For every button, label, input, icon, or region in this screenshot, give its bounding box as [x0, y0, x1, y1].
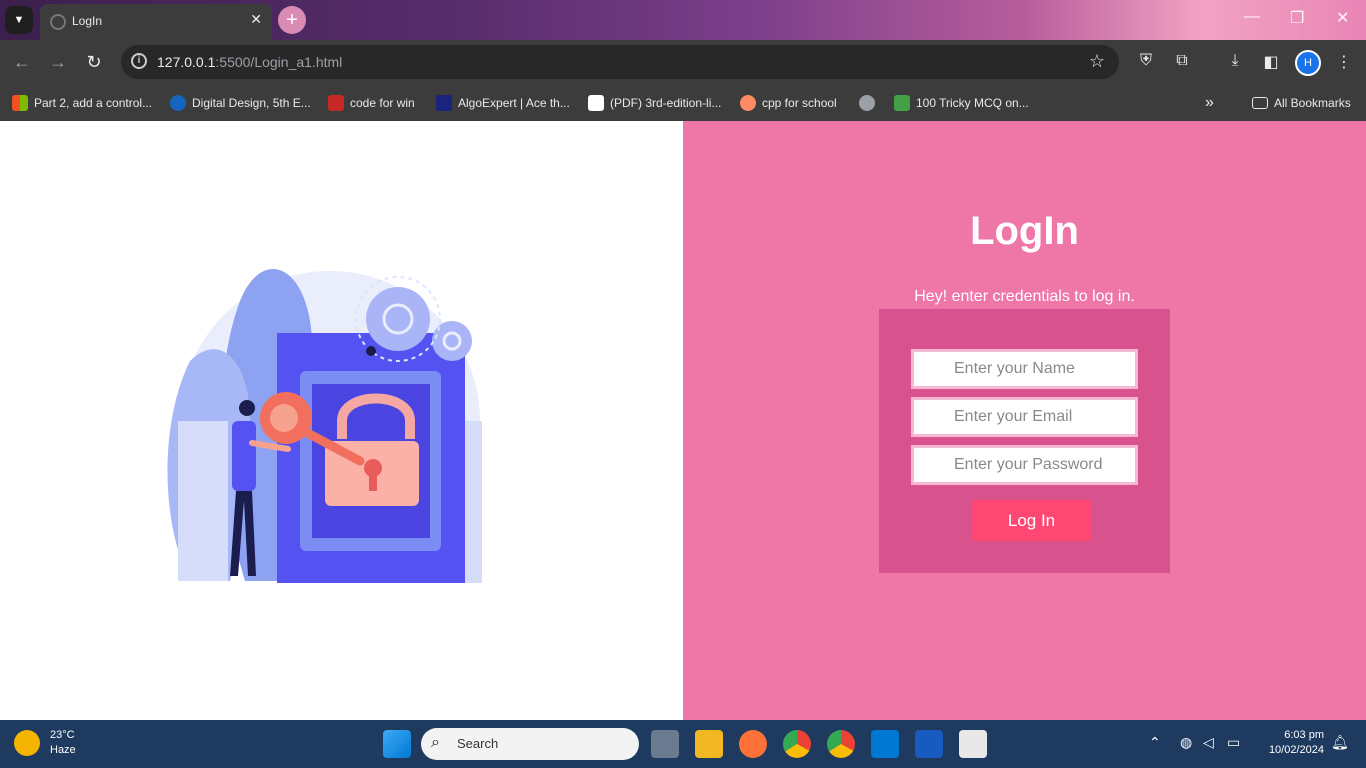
- battery-icon[interactable]: ▭: [1227, 734, 1240, 751]
- bookmark-item[interactable]: Digital Design, 5th E...: [170, 93, 311, 113]
- email-field[interactable]: [911, 397, 1138, 437]
- download-icon[interactable]: ⤓: [1225, 52, 1245, 70]
- clock[interactable]: 6:03 pm 10/02/2024: [1256, 728, 1324, 758]
- site-icon: [328, 95, 344, 111]
- bookmark-item[interactable]: (PDF) 3rd-edition-li...: [588, 93, 721, 113]
- tab-login[interactable]: LogIn ✕: [40, 4, 272, 40]
- site-icon: [740, 95, 756, 111]
- firefox-icon[interactable]: [739, 730, 767, 758]
- restore-icon[interactable]: ❐: [1290, 8, 1304, 28]
- snipping-tool-icon[interactable]: [959, 730, 987, 758]
- more-bookmarks-icon[interactable]: »: [1205, 93, 1214, 113]
- cb-icon: [894, 95, 910, 111]
- bookmark-item[interactable]: AlgoExpert | Ace th...: [436, 93, 570, 113]
- password-field[interactable]: [911, 445, 1138, 485]
- notification-bell-icon[interactable]: 🔔︎: [1331, 734, 1349, 751]
- globe-icon: [50, 14, 66, 30]
- bookmark-item[interactable]: [859, 93, 881, 113]
- profile-avatar[interactable]: H: [1295, 50, 1321, 76]
- globe-icon: [859, 95, 875, 111]
- tab-title: LogIn: [72, 14, 103, 28]
- close-window-icon[interactable]: ✕: [1336, 8, 1349, 28]
- file-explorer-icon[interactable]: [695, 730, 723, 758]
- shield-icon[interactable]: ⛨: [1136, 52, 1156, 70]
- login-subtitle: Hey! enter credentials to log in.: [914, 288, 1135, 305]
- bookmark-item[interactable]: cpp for school: [740, 93, 837, 113]
- start-icon[interactable]: [383, 730, 411, 758]
- taskbar-search[interactable]: ⌕ Search: [421, 728, 639, 760]
- microsoft-icon: [12, 95, 28, 111]
- minimize-icon[interactable]: —: [1244, 8, 1260, 26]
- site-icon: [170, 95, 186, 111]
- bookmark-star-icon[interactable]: ☆: [1089, 51, 1105, 72]
- chevron-down-icon: ▼: [13, 14, 25, 26]
- new-tab-button[interactable]: +: [278, 6, 306, 34]
- temperature-label: 23°C: [50, 729, 75, 741]
- browser-toolbar: ← → ↻ i 127.0.0.1:5500/Login_a1.html ☆ ⛨…: [0, 40, 1366, 85]
- tab-bar: ▼ LogIn ✕ + — ❐ ✕: [0, 0, 1366, 40]
- folder-icon: [1252, 97, 1268, 109]
- lock-key-illustration: [167, 268, 482, 583]
- forward-icon[interactable]: →: [47, 52, 69, 73]
- illustration-panel: [0, 121, 683, 720]
- volume-icon[interactable]: ◁: [1203, 734, 1214, 751]
- algoexpert-icon: [436, 95, 452, 111]
- login-button[interactable]: Log In: [972, 500, 1091, 541]
- url-text[interactable]: 127.0.0.1:5500/Login_a1.html: [157, 54, 342, 70]
- word-icon[interactable]: [915, 730, 943, 758]
- login-panel: LogIn Hey! enter credentials to log in. …: [683, 121, 1366, 720]
- weather-label: Haze: [50, 744, 76, 756]
- bookmarks-bar: Part 2, add a control... Digital Design,…: [0, 85, 1366, 121]
- all-bookmarks-button[interactable]: All Bookmarks: [1252, 93, 1351, 113]
- academia-icon: [588, 95, 604, 111]
- page-content: LogIn Hey! enter credentials to log in. …: [0, 121, 1366, 720]
- login-form: Log In: [879, 309, 1170, 573]
- vscode-icon[interactable]: [871, 730, 899, 758]
- menu-icon[interactable]: ⋮: [1334, 52, 1354, 72]
- task-view-icon[interactable]: [651, 730, 679, 758]
- plus-icon: +: [286, 8, 298, 31]
- login-heading: LogIn: [970, 209, 1079, 253]
- network-icon[interactable]: ◍: [1180, 734, 1192, 751]
- name-field[interactable]: [911, 349, 1138, 389]
- address-bar[interactable]: i 127.0.0.1:5500/Login_a1.html ☆: [121, 45, 1119, 79]
- chevron-up-icon[interactable]: ⌃: [1149, 734, 1161, 751]
- reload-icon[interactable]: ↻: [83, 52, 105, 73]
- side-panel-icon[interactable]: ◧: [1261, 52, 1281, 72]
- tab-search-button[interactable]: ▼: [5, 6, 33, 34]
- chrome-profile-icon[interactable]: [827, 730, 855, 758]
- site-info-icon[interactable]: i: [131, 53, 147, 69]
- bookmark-item[interactable]: Part 2, add a control...: [12, 93, 152, 113]
- weather-widget[interactable]: 23°C Haze: [14, 728, 76, 758]
- sun-icon: [14, 730, 40, 756]
- taskbar: 23°C Haze ⌕ Search ⌃ ◍ ◁ ▭ 6:03 pm 10/02…: [0, 720, 1366, 768]
- back-icon[interactable]: ←: [11, 52, 33, 73]
- extensions-icon[interactable]: ⧉: [1172, 52, 1192, 70]
- bookmark-item[interactable]: 100 Tricky MCQ on...: [894, 93, 1029, 113]
- search-icon: ⌕: [431, 734, 440, 751]
- chrome-icon[interactable]: [783, 730, 811, 758]
- bookmark-item[interactable]: code for win: [328, 93, 415, 113]
- close-icon[interactable]: ✕: [250, 11, 262, 28]
